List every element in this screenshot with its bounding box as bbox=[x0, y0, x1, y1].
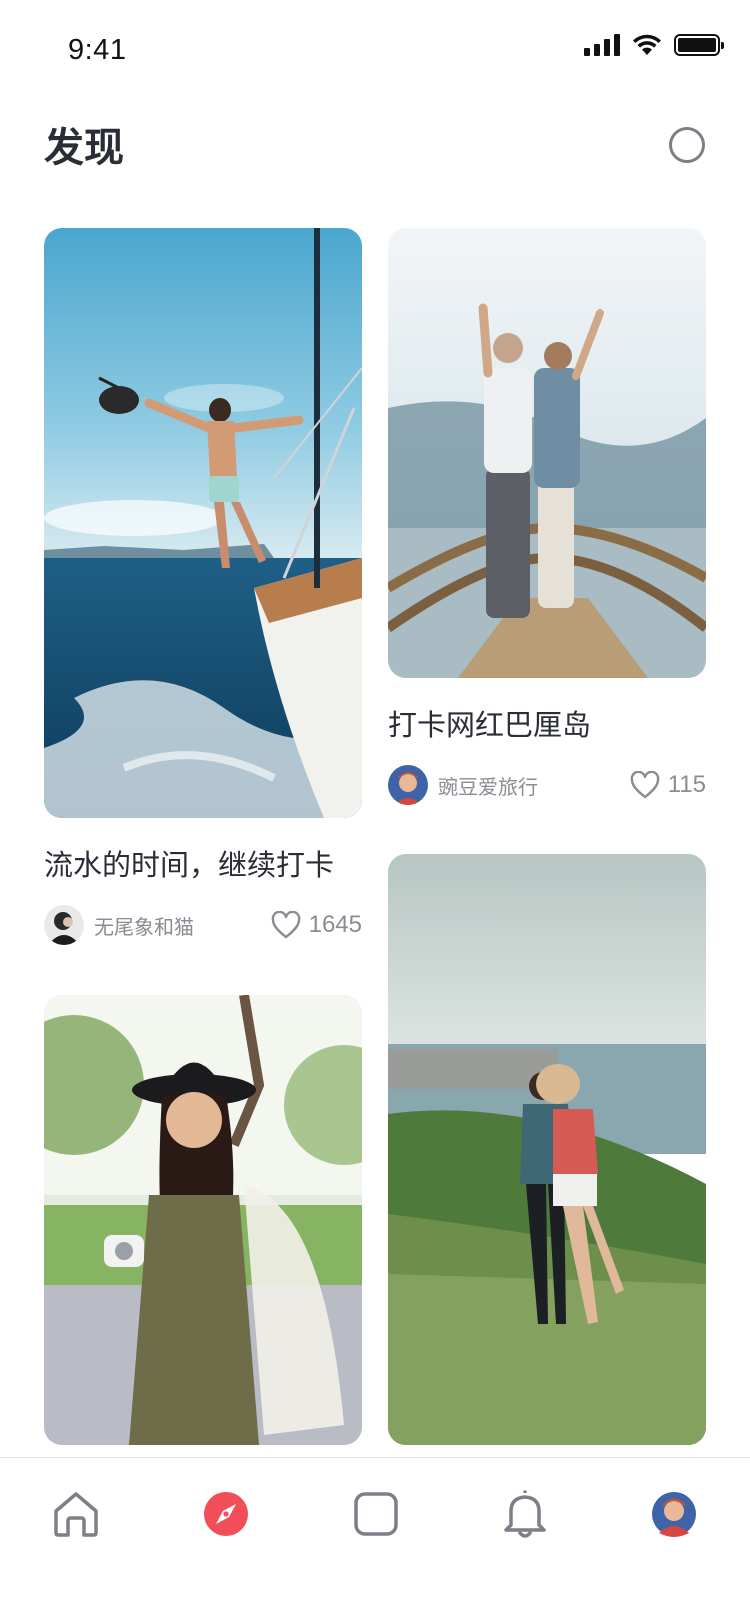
status-time: 9:41 bbox=[68, 34, 127, 66]
couple-on-pier-photo[interactable] bbox=[388, 228, 706, 678]
card-meta: 豌豆爱旅行 115 bbox=[388, 764, 706, 806]
profile-avatar bbox=[652, 1492, 696, 1537]
card-meta: 无尾象和猫 1645 bbox=[44, 904, 362, 946]
page-title: 发现 bbox=[44, 126, 124, 170]
like-count: 1645 bbox=[308, 911, 362, 938]
card-title[interactable]: 流水的时间，继续打卡 bbox=[44, 842, 362, 884]
feed-card[interactable] bbox=[388, 854, 706, 1445]
home-icon bbox=[54, 1492, 98, 1537]
woman-with-hat-photo[interactable] bbox=[44, 995, 362, 1445]
feed-card[interactable]: 打卡网红巴厘岛 豌豆爱旅行 115 bbox=[388, 228, 706, 806]
tab-discover[interactable] bbox=[198, 1486, 254, 1542]
couple-on-hill-photo[interactable] bbox=[388, 854, 706, 1445]
author-avatar[interactable] bbox=[44, 905, 84, 945]
status-bar: 9:41 bbox=[0, 0, 750, 100]
tab-bar bbox=[0, 1457, 750, 1624]
author-name[interactable]: 无尾象和猫 bbox=[94, 911, 271, 940]
tab-home[interactable] bbox=[48, 1486, 104, 1542]
tab-notifications[interactable] bbox=[497, 1486, 553, 1542]
square-icon bbox=[354, 1492, 398, 1536]
card-title[interactable]: 打卡网红巴厘岛 bbox=[388, 702, 706, 744]
battery-icon bbox=[674, 34, 724, 56]
like-button[interactable]: 1645 bbox=[271, 911, 362, 939]
like-count: 115 bbox=[667, 771, 706, 798]
tab-square[interactable] bbox=[348, 1486, 404, 1542]
author-name[interactable]: 豌豆爱旅行 bbox=[438, 771, 630, 800]
signal-icon bbox=[584, 34, 620, 56]
heart-icon bbox=[271, 911, 300, 939]
bell-icon bbox=[504, 1490, 546, 1538]
man-on-sailboat-photo[interactable] bbox=[44, 228, 362, 818]
tab-profile[interactable] bbox=[646, 1486, 702, 1542]
feed-card[interactable] bbox=[44, 995, 362, 1445]
feed-card[interactable]: 流水的时间，继续打卡 无尾象和猫 1645 bbox=[44, 228, 362, 946]
author-avatar[interactable] bbox=[388, 765, 428, 805]
heart-icon bbox=[630, 771, 660, 799]
compass-icon bbox=[204, 1492, 248, 1536]
like-button[interactable]: 115 bbox=[630, 771, 706, 799]
wifi-icon bbox=[633, 34, 661, 55]
circle-icon[interactable] bbox=[669, 127, 705, 163]
status-icons bbox=[584, 33, 724, 57]
